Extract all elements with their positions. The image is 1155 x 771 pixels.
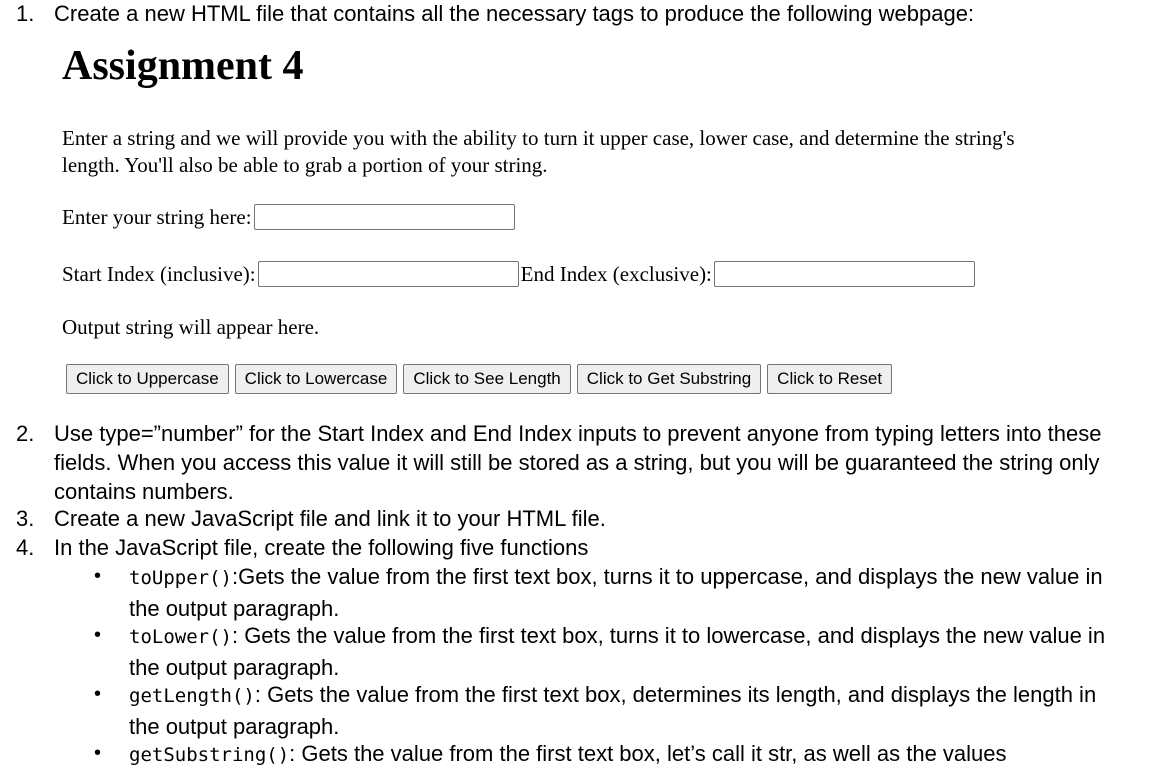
string-row: Enter your string here: (62, 202, 517, 232)
function-name: toLower() (129, 626, 232, 648)
step-number: 1. (16, 1, 35, 26)
function-description: Gets the value from the first text box, … (129, 564, 1103, 621)
step-number: 2. (16, 421, 35, 446)
step-text: In the JavaScript file, create the follo… (54, 535, 589, 560)
step-1: 1. Create a new HTML file that contains … (0, 0, 1155, 28)
step-number: 4. (16, 535, 35, 560)
bullet-icon: • (94, 624, 102, 646)
lowercase-button[interactable]: Click to Lowercase (234, 364, 398, 394)
length-button[interactable]: Click to See Length (403, 364, 571, 394)
step-text: Use type=”number” for the Start Index an… (54, 421, 1102, 504)
uppercase-button[interactable]: Click to Uppercase (66, 364, 229, 394)
step-4: 4. In the JavaScript file, create the fo… (0, 533, 1155, 562)
index-row: Start Index (inclusive): End Index (excl… (62, 259, 977, 289)
button-row: Click to Uppercase Click to Lowercase Cl… (66, 364, 893, 394)
function-separator: : (254, 682, 268, 707)
reset-button[interactable]: Click to Reset (767, 364, 893, 394)
string-input[interactable] (253, 204, 515, 230)
output-paragraph: Output string will appear here. (62, 315, 320, 339)
function-description: Gets the value from the first text box, … (301, 741, 1007, 766)
function-separator: : (289, 741, 302, 766)
step-3: 3. Create a new JavaScript file and link… (0, 504, 1155, 533)
step-2: 2. Use type=”number” for the Start Index… (0, 419, 1155, 507)
start-index-input[interactable] (257, 261, 519, 287)
bullet-icon: • (94, 565, 102, 587)
function-name: toUpper() (129, 567, 232, 589)
function-separator: : (231, 623, 245, 648)
page-title: Assignment 4 (62, 43, 304, 89)
step-text: Create a new JavaScript file and link it… (54, 506, 606, 531)
end-index-input[interactable] (713, 261, 975, 287)
bullet-icon: • (94, 742, 102, 764)
bullet-icon: • (94, 683, 102, 705)
function-description: Gets the value from the first text box, … (129, 682, 1097, 739)
step-number: 3. (16, 506, 35, 531)
step-text: Create a new HTML file that contains all… (54, 1, 975, 26)
function-description: Gets the value from the first text box, … (129, 623, 1106, 680)
function-name: getLength() (129, 685, 255, 707)
end-index-label: End Index (exclusive): (520, 262, 712, 286)
substring-button[interactable]: Click to Get Substring (576, 364, 762, 394)
intro-paragraph: Enter a string and we will provide you w… (62, 126, 1015, 177)
string-label: Enter your string here: (62, 205, 252, 229)
start-index-label: Start Index (inclusive): (62, 262, 256, 286)
function-name: getSubstring() (129, 744, 290, 766)
